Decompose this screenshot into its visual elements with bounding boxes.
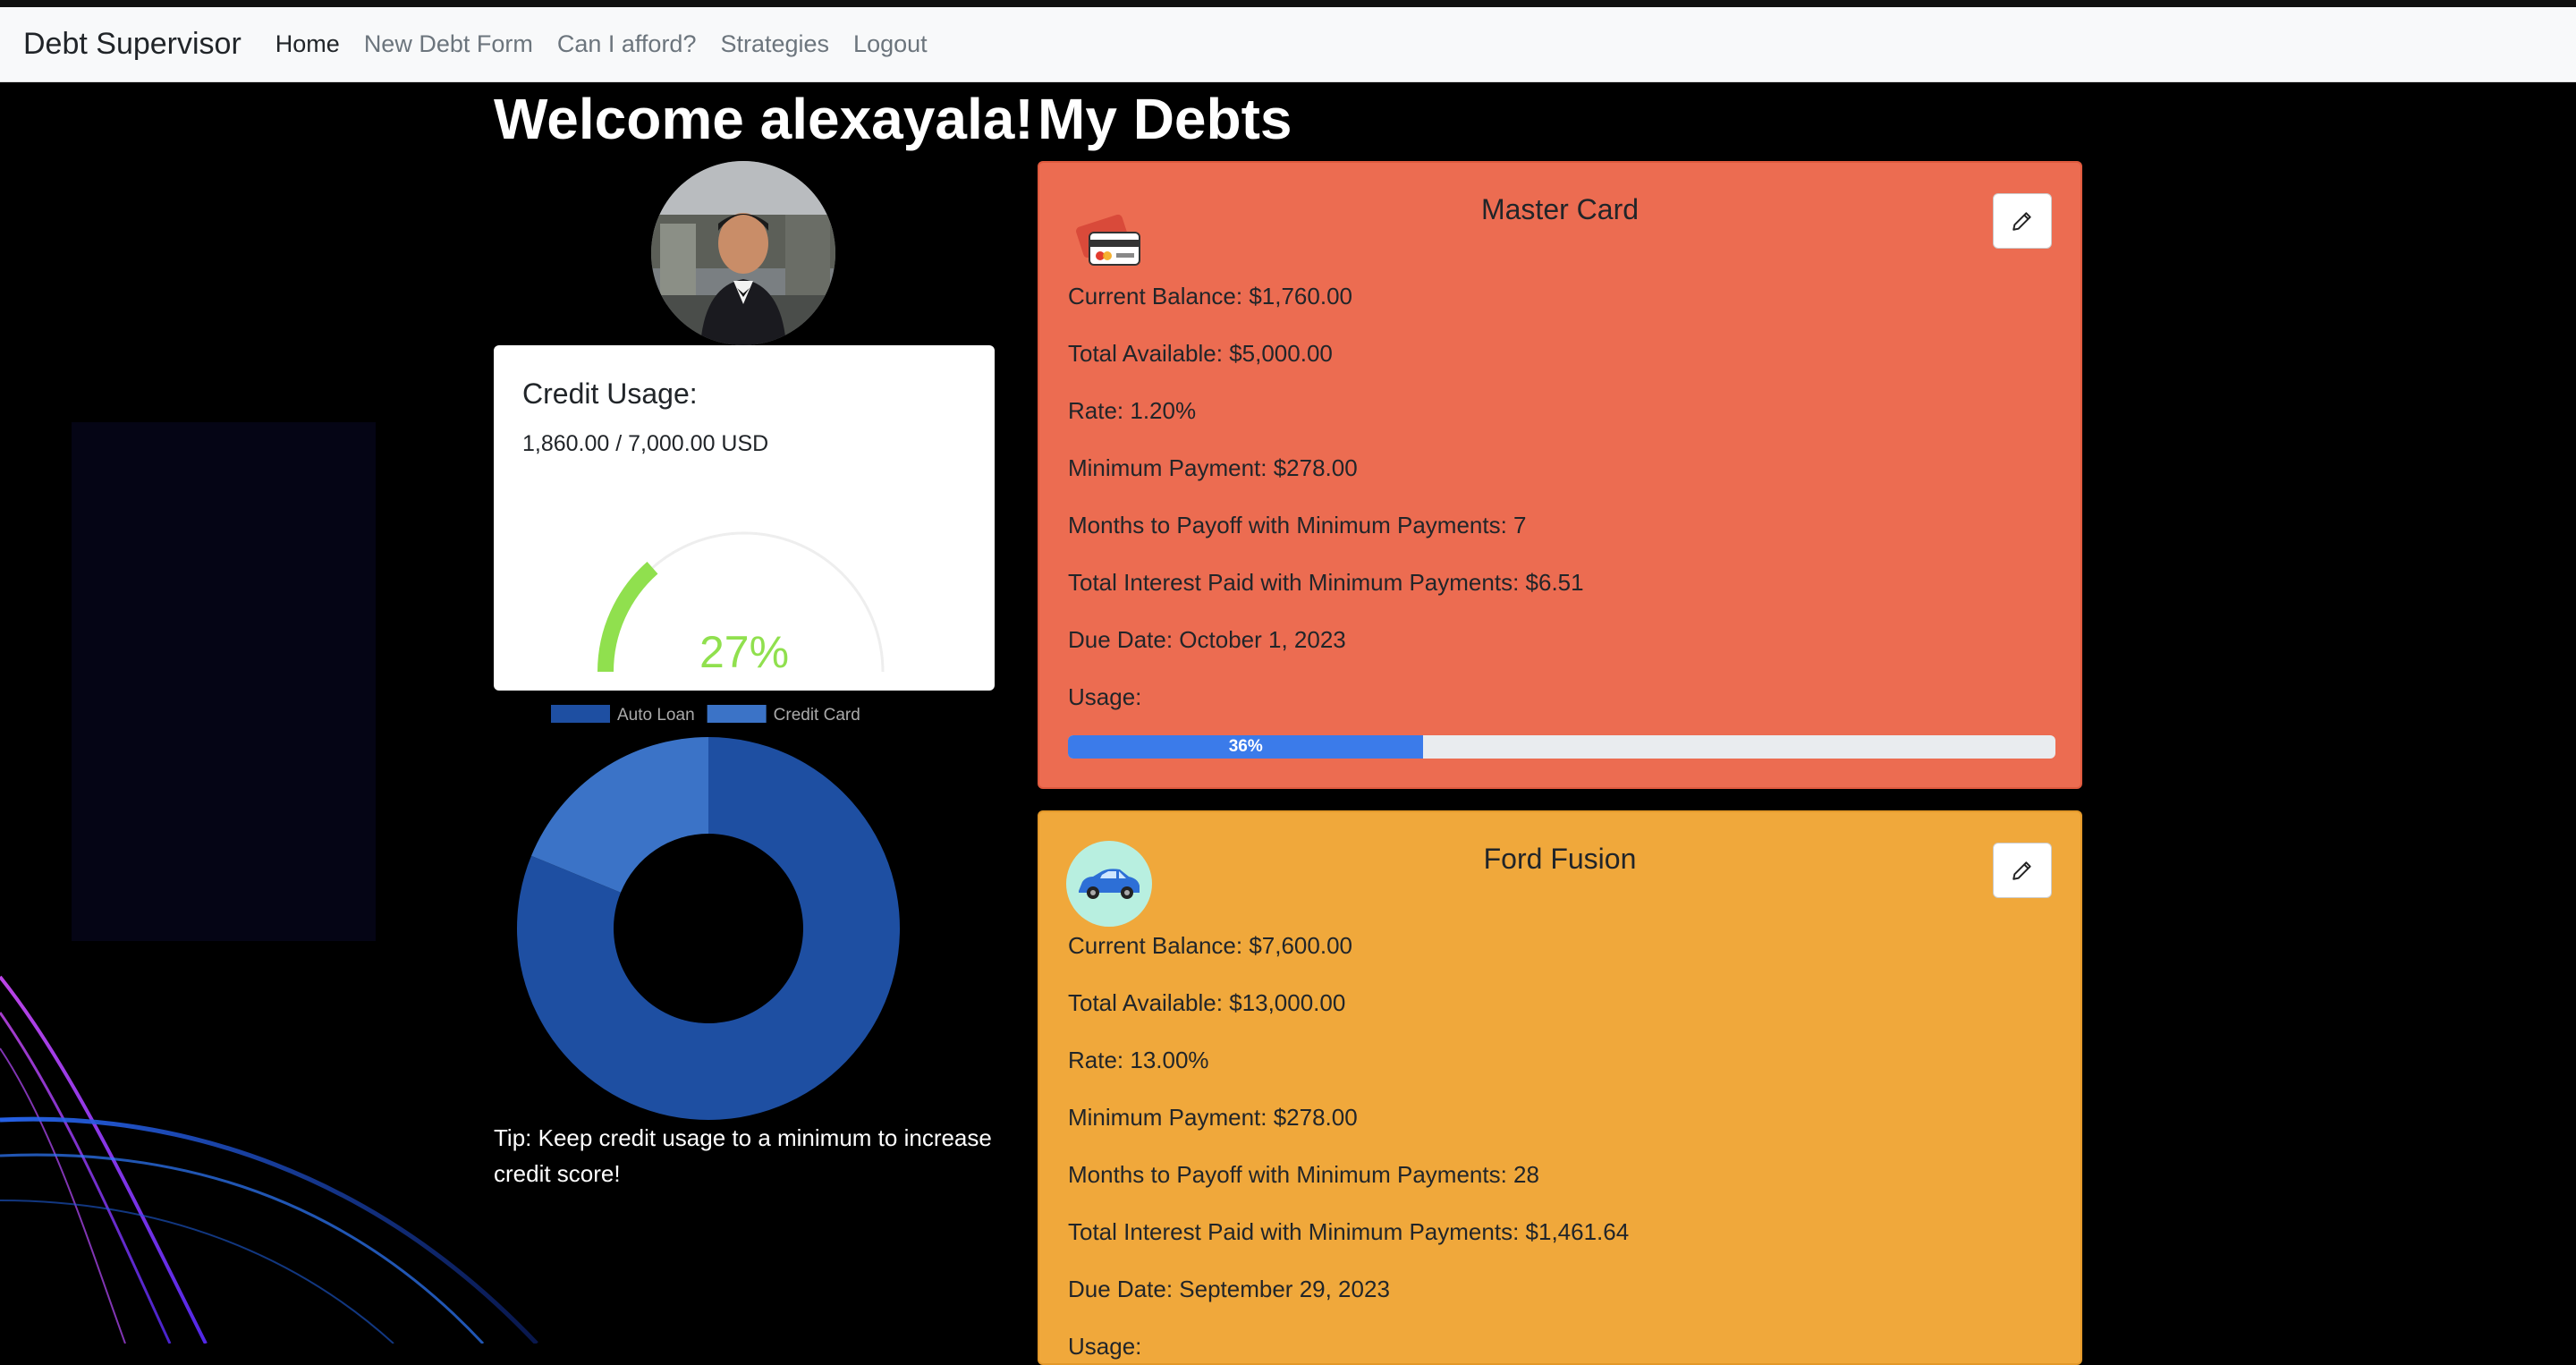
pencil-icon (2012, 212, 2031, 231)
edit-debt-button[interactable] (1993, 843, 2052, 898)
debt-title: Ford Fusion (1483, 843, 1637, 875)
nav-link-home[interactable]: Home (275, 30, 340, 58)
legend-swatch[interactable] (707, 705, 767, 723)
usage-label: Usage: (1068, 1333, 1142, 1360)
brand-link[interactable]: Debt Supervisor (23, 27, 242, 62)
top-strip (0, 0, 2576, 7)
total-interest: Total Interest Paid with Minimum Payment… (1068, 1218, 1630, 1245)
rate: Rate: 13.00% (1068, 1047, 1209, 1073)
avatar (651, 161, 835, 345)
nav-link-can-i-afford[interactable]: Can I afford? (557, 30, 697, 58)
my-debts-heading: My Debts (1038, 87, 1292, 151)
nav-link-new-debt-form[interactable]: New Debt Form (364, 30, 533, 58)
due-date: Due Date: October 1, 2023 (1068, 626, 1346, 653)
current-balance: Current Balance: $1,760.00 (1068, 283, 1352, 309)
debt-card-ford-fusion: Ford Fusion Current Balance: $7,600.00 T… (1038, 810, 2082, 1365)
credit-usage-gauge: 27% (597, 531, 885, 677)
credit-usage-card: Credit Usage: 1,860.00 / 7,000.00 USD 27… (494, 345, 995, 691)
navbar: Debt Supervisor Home New Debt Form Can I… (0, 7, 2576, 82)
usage-progress-fill: 36% (1068, 735, 1424, 759)
legend-label[interactable]: Auto Loan (617, 706, 695, 725)
current-balance: Current Balance: $7,600.00 (1068, 932, 1352, 959)
pencil-icon (2012, 861, 2031, 880)
edit-debt-button[interactable] (1993, 193, 2052, 249)
legend-label[interactable]: Credit Card (774, 706, 860, 725)
debt-title: Master Card (1480, 193, 1640, 225)
due-date: Due Date: September 29, 2023 (1068, 1276, 1390, 1302)
minimum-payment: Minimum Payment: $278.00 (1068, 454, 1358, 481)
total-available: Total Available: $5,000.00 (1068, 340, 1333, 367)
nav-link-logout[interactable]: Logout (853, 30, 928, 58)
credit-usage-percent: 27% (699, 627, 789, 677)
credit-usage-amount: 1,860.00 / 7,000.00 USD (522, 431, 769, 456)
credit-usage-title: Credit Usage: (522, 377, 698, 410)
usage-label: Usage: (1068, 683, 1142, 710)
debt-card-master-card: Master Card Current Balance: $1,760.00 T… (1038, 161, 2082, 789)
debt-distribution-chart: Auto Loan Credit Card (501, 696, 912, 1125)
rate: Rate: 1.20% (1068, 397, 1197, 424)
months-to-payoff: Months to Payoff with Minimum Payments: … (1068, 512, 1527, 538)
credit-tip: Tip: Keep credit usage to a minimum to i… (494, 1124, 992, 1187)
legend-swatch[interactable] (551, 705, 610, 723)
total-interest: Total Interest Paid with Minimum Payment… (1068, 569, 1584, 596)
usage-progress-bar: 36% (1068, 735, 2055, 759)
months-to-payoff: Months to Payoff with Minimum Payments: … (1068, 1161, 1539, 1188)
total-available: Total Available: $13,000.00 (1068, 989, 1346, 1016)
welcome-heading: Welcome alexayala! (494, 87, 1034, 151)
nav-link-strategies[interactable]: Strategies (720, 30, 829, 58)
minimum-payment: Minimum Payment: $278.00 (1068, 1104, 1358, 1131)
